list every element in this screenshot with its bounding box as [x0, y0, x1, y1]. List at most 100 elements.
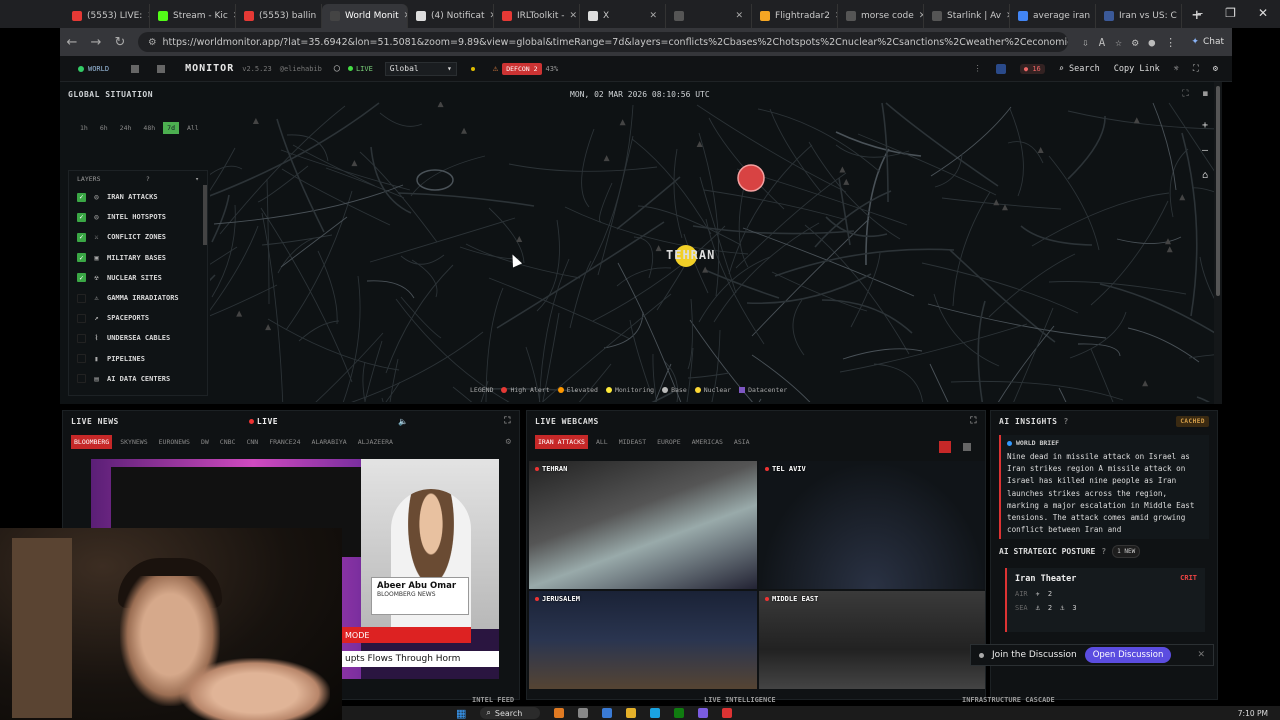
- taskbar-edge-icon[interactable]: [650, 708, 661, 718]
- windows-start-icon[interactable]: ▦: [456, 707, 466, 720]
- more-icon[interactable]: ⋮: [973, 64, 982, 74]
- close-icon[interactable]: ✕: [1197, 650, 1205, 660]
- settings-gear-icon[interactable]: ⚙: [1213, 64, 1218, 74]
- channel-tab[interactable]: BLOOMBERG: [71, 435, 113, 449]
- webcam-tile[interactable]: MIDDLE EAST: [759, 591, 985, 689]
- time-range-7d[interactable]: 7d: [163, 122, 179, 134]
- browser-tab[interactable]: ✕: [666, 4, 752, 28]
- base-marker-icon[interactable]: [1142, 380, 1149, 387]
- tab-close-icon[interactable]: ✕: [649, 11, 657, 21]
- base-marker-icon[interactable]: [603, 155, 610, 162]
- browser-tab[interactable]: Stream - Kic✕: [150, 4, 236, 28]
- alerts-badge[interactable]: ● 16: [1019, 63, 1045, 74]
- browser-tab[interactable]: average iran✕: [1010, 4, 1096, 28]
- extension-icon[interactable]: ⚙: [1132, 36, 1139, 49]
- help-icon[interactable]: ?: [146, 175, 150, 183]
- taskbar-app-icon[interactable]: [554, 708, 565, 718]
- webcam-tile[interactable]: TEL AVIV: [759, 461, 985, 589]
- webcam-filter-tab[interactable]: MIDEAST: [616, 435, 649, 449]
- browser-tab[interactable]: (5553) ballin✕: [236, 4, 322, 28]
- theme-toggle-icon[interactable]: ☼: [1174, 64, 1179, 74]
- install-icon[interactable]: ⇩: [1082, 36, 1089, 49]
- layer-checkbox[interactable]: ✓: [77, 253, 86, 263]
- base-marker-icon[interactable]: [993, 199, 1000, 206]
- time-range-48h[interactable]: 48h: [139, 122, 159, 134]
- base-marker-icon[interactable]: [461, 127, 468, 134]
- forward-icon[interactable]: →: [84, 35, 108, 50]
- base-marker-icon[interactable]: [265, 324, 272, 331]
- expand-icon[interactable]: ⛶: [1182, 89, 1188, 99]
- author-handle[interactable]: @eliehabib: [280, 65, 322, 73]
- tab-close-icon[interactable]: ✕: [735, 11, 743, 21]
- defcon-indicator[interactable]: ⚠ DEFCON 2 43%: [493, 62, 558, 75]
- taskbar-search[interactable]: ⌕ Search: [480, 707, 541, 719]
- layer-checkbox[interactable]: ✓: [77, 232, 86, 242]
- layer-toggle-row[interactable]: ✓ ◎ INTEL HOTSPOTS: [69, 207, 207, 227]
- taskbar-app-icon[interactable]: [722, 708, 733, 718]
- high-alert-marker[interactable]: [737, 164, 765, 192]
- browser-tab[interactable]: IRLToolkit - ✕: [494, 4, 580, 28]
- channel-tab[interactable]: CNN: [243, 435, 261, 449]
- layer-toggle-row[interactable]: ↗ SPACEPORTS: [69, 308, 207, 328]
- browser-tab[interactable]: (5553) LIVE:✕: [64, 4, 150, 28]
- browser-tab[interactable]: X ✕: [580, 4, 666, 28]
- base-marker-icon[interactable]: [655, 245, 662, 252]
- profile-icon[interactable]: ●: [1149, 36, 1156, 49]
- layers-scrollbar[interactable]: [203, 185, 207, 245]
- copy-link-button[interactable]: Copy Link: [1114, 64, 1160, 74]
- webcam-filter-tab[interactable]: EUROPE: [654, 435, 683, 449]
- download-app-icon[interactable]: [995, 63, 1006, 74]
- translate-icon[interactable]: A: [1099, 36, 1106, 49]
- layer-toggle-row[interactable]: ⚠ GAMMA IRRADIATORS: [69, 288, 207, 308]
- expand-icon[interactable]: ⛶: [970, 416, 977, 426]
- menu-dots-icon[interactable]: ⋮: [1165, 36, 1176, 49]
- mute-icon[interactable]: 🔈: [398, 417, 408, 426]
- tech-variant-icon[interactable]: [131, 64, 140, 73]
- layer-toggle-row[interactable]: ✓ ☢ NUCLEAR SITES: [69, 268, 207, 288]
- open-discussion-button[interactable]: Open Discussion: [1084, 647, 1172, 663]
- webcam-filter-tab[interactable]: IRAN ATTACKS: [535, 435, 588, 449]
- base-marker-icon[interactable]: [1133, 117, 1140, 124]
- base-marker-icon[interactable]: [351, 160, 358, 167]
- world-toggle-button[interactable]: WORLD: [78, 65, 109, 73]
- taskbar-app-icon[interactable]: [698, 708, 709, 718]
- layer-checkbox[interactable]: ✓: [77, 273, 86, 283]
- github-icon[interactable]: ◯: [334, 63, 340, 74]
- base-marker-icon[interactable]: [236, 310, 243, 317]
- restore-icon[interactable]: ❐: [1225, 6, 1236, 20]
- layer-toggle-row[interactable]: ✓ ⚔ CONFLICT ZONES: [69, 227, 207, 247]
- zoom-in-icon[interactable]: +: [1202, 120, 1208, 131]
- browser-tab[interactable]: (4) Notificat✕: [408, 4, 494, 28]
- finance-variant-icon[interactable]: [157, 64, 166, 73]
- region-select[interactable]: Global ▾: [384, 61, 457, 76]
- theater-card[interactable]: Iran Theater CRIT AIR ✈ 2 SEA ⚓ 2 ⚓ 3: [1005, 568, 1205, 632]
- browser-tab[interactable]: morse code✕: [838, 4, 924, 28]
- base-marker-icon[interactable]: [437, 102, 444, 108]
- taskbar-app-icon[interactable]: [602, 708, 613, 718]
- layer-checkbox[interactable]: [77, 333, 86, 343]
- settings-gear-icon[interactable]: ⚙: [506, 437, 511, 447]
- home-icon[interactable]: ⌂: [1202, 170, 1208, 181]
- layer-toggle-row[interactable]: ⌇ UNDERSEA CABLES: [69, 328, 207, 348]
- taskbar-folder-icon[interactable]: [626, 708, 637, 718]
- layer-checkbox[interactable]: [77, 354, 86, 364]
- taskbar-app-icon[interactable]: [578, 708, 589, 718]
- time-range-24h[interactable]: 24h: [116, 122, 136, 134]
- layer-toggle-row[interactable]: ✓ ◎ IRAN ATTACKS: [69, 187, 207, 207]
- expand-icon[interactable]: ⛶: [504, 416, 511, 426]
- grid-view-icon[interactable]: [939, 441, 951, 453]
- channel-tab[interactable]: SKYNEWS: [117, 435, 150, 449]
- chat-button[interactable]: ✦ Chat: [1191, 37, 1224, 47]
- minimize-icon[interactable]: –: [1197, 6, 1203, 20]
- base-marker-icon[interactable]: [516, 235, 523, 242]
- taskbar-xbox-icon[interactable]: [674, 708, 685, 718]
- back-icon[interactable]: ←: [60, 35, 84, 50]
- time-range-6h[interactable]: 6h: [96, 122, 112, 134]
- help-icon[interactable]: ?: [1063, 417, 1068, 426]
- channel-tab[interactable]: DW: [198, 435, 212, 449]
- reload-icon[interactable]: ↻: [108, 35, 132, 50]
- base-marker-icon[interactable]: [252, 117, 259, 124]
- layer-toggle-row[interactable]: ✓ ▣ MILITARY BASES: [69, 248, 207, 268]
- base-marker-icon[interactable]: [702, 266, 709, 273]
- layer-checkbox[interactable]: [77, 313, 86, 323]
